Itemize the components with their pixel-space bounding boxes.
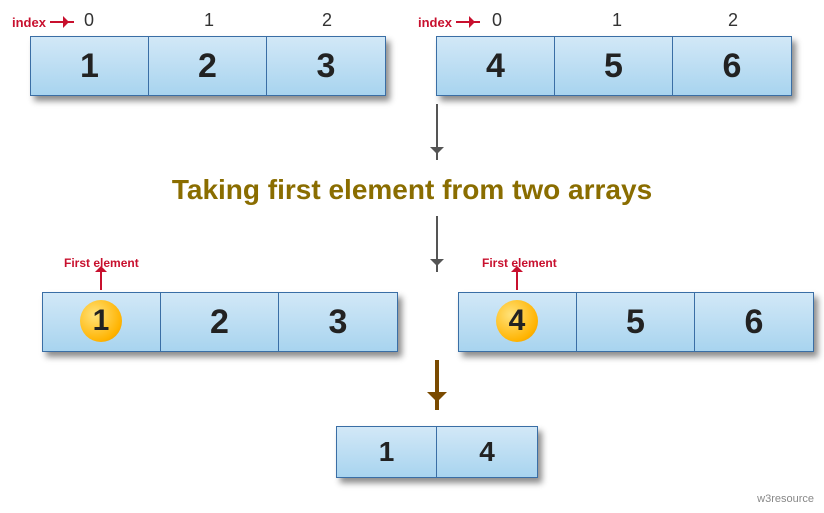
index-num-a1-0: 0 — [84, 10, 94, 31]
array2-bottom-cell-2: 6 — [695, 293, 813, 351]
array2-bottom-cell-1: 5 — [577, 293, 695, 351]
arrow-down-2 — [436, 216, 438, 272]
result-array: 1 4 — [336, 426, 538, 478]
result-cell-1: 4 — [437, 427, 537, 477]
first-element-arrow-left — [100, 272, 102, 290]
array1-bottom-cell-2: 3 — [279, 293, 397, 351]
index-arrow-left — [50, 21, 74, 23]
index-num-a1-2: 2 — [322, 10, 332, 31]
arrow-down-1 — [436, 104, 438, 160]
array2-top-cell-2: 6 — [673, 37, 791, 95]
highlight-array2-first: 4 — [496, 300, 538, 342]
array1-top-cell-2: 3 — [267, 37, 385, 95]
highlight-array1-first: 1 — [80, 300, 122, 342]
array1-top-cell-0: 1 — [31, 37, 149, 95]
diagram-title: Taking first element from two arrays — [0, 174, 824, 206]
index-label-left: index — [12, 15, 46, 30]
array1-bottom-cell-1: 2 — [161, 293, 279, 351]
index-num-a2-0: 0 — [492, 10, 502, 31]
index-num-a1-1: 1 — [204, 10, 214, 31]
result-cell-0: 1 — [337, 427, 437, 477]
index-num-a2-1: 1 — [612, 10, 622, 31]
array1-top: 1 2 3 — [30, 36, 386, 96]
arrow-down-3 — [435, 360, 439, 410]
array2-top: 4 5 6 — [436, 36, 792, 96]
index-num-a2-2: 2 — [728, 10, 738, 31]
array2-top-cell-0: 4 — [437, 37, 555, 95]
first-element-arrow-right — [516, 272, 518, 290]
index-arrow-right — [456, 21, 480, 23]
watermark: w3resource — [757, 493, 814, 505]
array1-top-cell-1: 2 — [149, 37, 267, 95]
array2-top-cell-1: 5 — [555, 37, 673, 95]
index-label-right: index — [418, 15, 452, 30]
